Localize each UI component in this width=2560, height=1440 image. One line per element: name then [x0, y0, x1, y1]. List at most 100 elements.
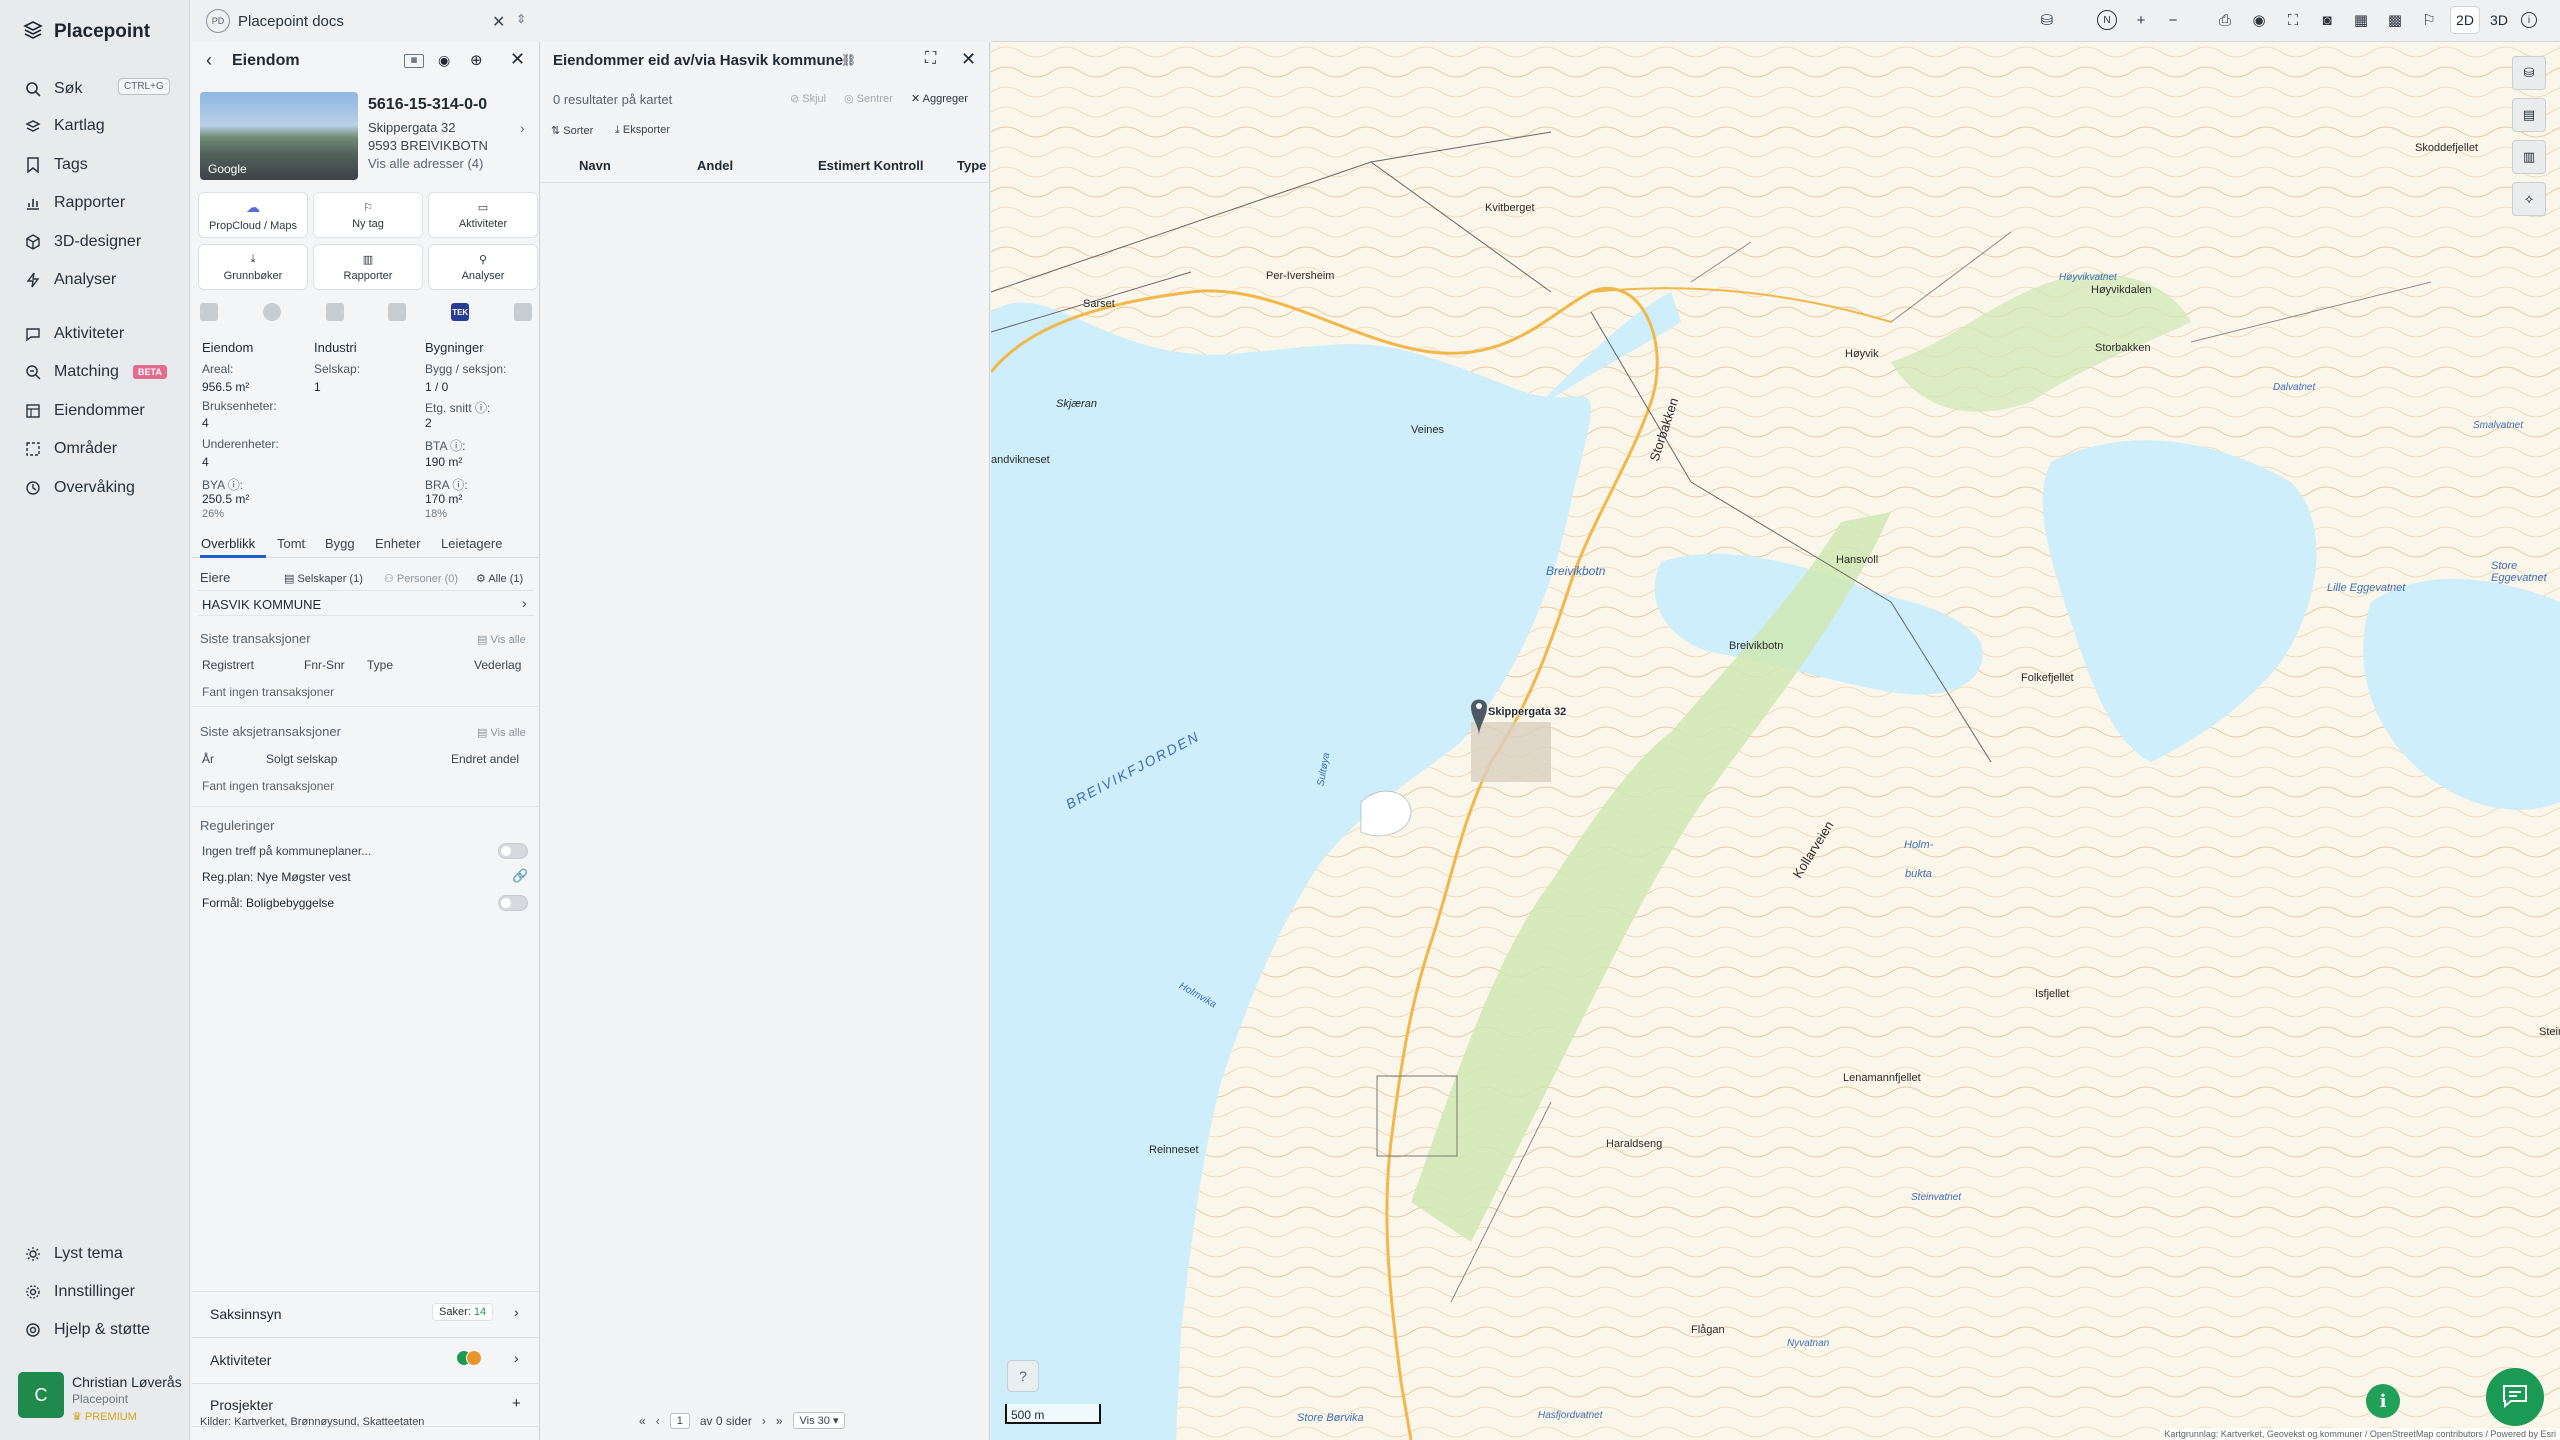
- tab-bygg[interactable]: Bygg: [325, 536, 355, 551]
- zoom-in-icon[interactable]: +: [2131, 10, 2151, 30]
- page-input[interactable]: 1: [669, 1412, 690, 1429]
- brand[interactable]: Placepoint: [22, 18, 150, 46]
- saksinnsyn-section[interactable]: Saksinnsyn Saker: 14 ›: [192, 1291, 540, 1335]
- map-place-label: Hansvoll: [1836, 554, 1879, 566]
- map-canvas[interactable]: Skippergata 32 Kvitberget Per-Iversheim …: [991, 42, 2560, 1440]
- nav-item-eiendommer[interactable]: Eiendommer: [24, 397, 145, 425]
- export-button[interactable]: ⤓ Eksporter: [615, 124, 670, 137]
- info-icon[interactable]: i: [2521, 12, 2537, 28]
- nav-item-kartlag[interactable]: Kartlag: [24, 112, 105, 140]
- col-registrert: Registrert: [202, 658, 255, 672]
- all-addresses-link[interactable]: Vis alle adresser (4): [368, 156, 483, 171]
- filter-persons[interactable]: ⚇ Personer (0): [384, 572, 458, 585]
- last-page-icon[interactable]: »: [776, 1414, 783, 1428]
- nav-item-sok[interactable]: Søk: [24, 75, 82, 103]
- map-help-button[interactable]: ?: [1007, 1360, 1039, 1392]
- land-registry-button[interactable]: ⤓ Grunnbøker: [198, 244, 308, 290]
- new-tag-button[interactable]: ⚐ Ny tag: [313, 192, 423, 238]
- bookmark-icon[interactable]: ⚐: [2419, 10, 2439, 30]
- transactions-show-all[interactable]: ▤ Vis alle: [477, 633, 526, 646]
- home-source-icon[interactable]: [513, 303, 532, 321]
- plant-source-icon[interactable]: [325, 303, 344, 321]
- propcloud-button[interactable]: ☁ PropCloud / Maps: [198, 192, 308, 238]
- chat-support-button[interactable]: [2486, 1368, 2544, 1426]
- nav-item-innstillinger[interactable]: Innstillinger: [24, 1278, 135, 1306]
- per-page-select[interactable]: Vis 30 ▾: [792, 1412, 846, 1429]
- aktiviteter-section[interactable]: Aktiviteter ›: [192, 1337, 540, 1381]
- nav-item-tags[interactable]: Tags: [24, 151, 88, 179]
- nav-item-analyser[interactable]: Analyser: [24, 266, 116, 294]
- aggregate-button[interactable]: ✕ Aggreger: [911, 92, 968, 105]
- owner-row[interactable]: HASVIK KOMMUNE ›: [198, 590, 534, 616]
- zoom-out-icon[interactable]: −: [2163, 10, 2183, 30]
- nav-item-3d-designer[interactable]: 3D-designer: [24, 228, 141, 256]
- tab-tomt[interactable]: Tomt: [277, 536, 305, 551]
- sort-button[interactable]: ⇅ Sorter: [551, 124, 593, 137]
- center-button[interactable]: ◎ Sentrer: [844, 92, 893, 105]
- close-icon[interactable]: ✕: [492, 12, 505, 32]
- plus-icon[interactable]: +: [512, 1395, 521, 1412]
- prev-page-icon[interactable]: ‹: [656, 1414, 660, 1428]
- layers-stack-icon[interactable]: ⛁: [2037, 10, 2057, 30]
- back-icon[interactable]: ‹: [206, 50, 212, 71]
- user-profile[interactable]: C Christian Løverås Placepoint ♛ PREMIUM: [18, 1372, 182, 1423]
- id-card-icon[interactable]: ▦: [404, 54, 424, 68]
- grid-source-icon[interactable]: [200, 303, 218, 321]
- nav-item-omrader[interactable]: Områder: [24, 435, 117, 463]
- map-pin-label[interactable]: Skippergata 32: [1488, 706, 1566, 718]
- filter-all[interactable]: ⚙ Alle (1): [476, 572, 523, 585]
- street-view-photo[interactable]: Google: [200, 92, 358, 180]
- grid-icon[interactable]: ▦: [2351, 10, 2371, 30]
- eye-icon[interactable]: ◉: [438, 52, 450, 69]
- col-navn[interactable]: Navn: [579, 158, 611, 173]
- map-tool-chart[interactable]: ▥: [2512, 140, 2546, 174]
- mode-2d-button[interactable]: 2D: [2450, 6, 2480, 34]
- nav-item-overvaking[interactable]: Overvåking: [24, 474, 135, 502]
- regulation-toggle[interactable]: [498, 843, 528, 859]
- tek-source-icon[interactable]: TEK: [451, 303, 470, 321]
- globe-source-icon[interactable]: [262, 303, 281, 321]
- link-icon[interactable]: ⛓: [841, 53, 856, 67]
- map-tool-measure[interactable]: ⟡: [2512, 182, 2546, 216]
- next-page-icon[interactable]: ›: [762, 1414, 766, 1428]
- info-button[interactable]: i: [2366, 1384, 2400, 1418]
- grid-alt-icon[interactable]: ▩: [2385, 10, 2405, 30]
- col-andel[interactable]: Andel: [697, 158, 733, 173]
- nav-item-matching[interactable]: Matching: [24, 358, 119, 386]
- hide-button[interactable]: ⊘ Skjul: [790, 92, 826, 105]
- col-type[interactable]: Type: [957, 158, 986, 173]
- tab-overblikk[interactable]: Overblikk: [201, 536, 255, 551]
- tab-enheter[interactable]: Enheter: [375, 536, 421, 551]
- nav-item-hjelp[interactable]: Hjelp & støtte: [24, 1316, 150, 1344]
- print-icon[interactable]: ⎙: [2215, 10, 2235, 30]
- close-icon[interactable]: ✕: [961, 49, 976, 70]
- map-tool-layers[interactable]: ⛁: [2512, 56, 2546, 90]
- regulation-toggle[interactable]: [498, 895, 528, 911]
- expand-updown-icon[interactable]: ⇕: [516, 12, 526, 26]
- share-transactions-show-all[interactable]: ▤ Vis alle: [477, 726, 526, 739]
- analyses-button[interactable]: ⚲ Analyser: [428, 244, 538, 290]
- camera-icon[interactable]: ◙: [2317, 10, 2337, 30]
- map-tool-table[interactable]: ▤: [2512, 98, 2546, 132]
- signal-source-icon[interactable]: [388, 303, 407, 321]
- chevron-right-icon[interactable]: ›: [520, 120, 525, 136]
- nav-item-rapporter[interactable]: Rapporter: [24, 189, 125, 217]
- col-estimert-kontroll[interactable]: Estimert Kontroll: [818, 158, 923, 173]
- first-page-icon[interactable]: «: [639, 1414, 646, 1428]
- filter-companies[interactable]: ▤ Selskaper (1): [284, 572, 363, 585]
- fullscreen-icon[interactable]: ⛶: [2283, 10, 2303, 30]
- nav-item-lyst-tema[interactable]: Lyst tema: [24, 1240, 123, 1268]
- fullscreen-icon[interactable]: ⛶: [925, 50, 936, 68]
- nav-item-aktiviteter[interactable]: Aktiviteter: [24, 320, 124, 348]
- eye-icon[interactable]: ◉: [2249, 10, 2269, 30]
- search-tab[interactable]: PD Placepoint docs ✕ ⇕: [196, 4, 536, 38]
- close-icon[interactable]: ✕: [510, 49, 525, 70]
- compass-icon[interactable]: N: [2097, 10, 2117, 30]
- activities-button[interactable]: ▭ Aktiviteter: [428, 192, 538, 238]
- link-icon[interactable]: 🔗: [512, 868, 528, 884]
- add-circle-icon[interactable]: ⊕: [470, 51, 483, 69]
- tab-leietagere[interactable]: Leietagere: [441, 536, 502, 551]
- table-header-divider: [541, 182, 990, 183]
- mode-3d-button[interactable]: 3D: [2484, 6, 2514, 34]
- reports-button[interactable]: ▥ Rapporter: [313, 244, 423, 290]
